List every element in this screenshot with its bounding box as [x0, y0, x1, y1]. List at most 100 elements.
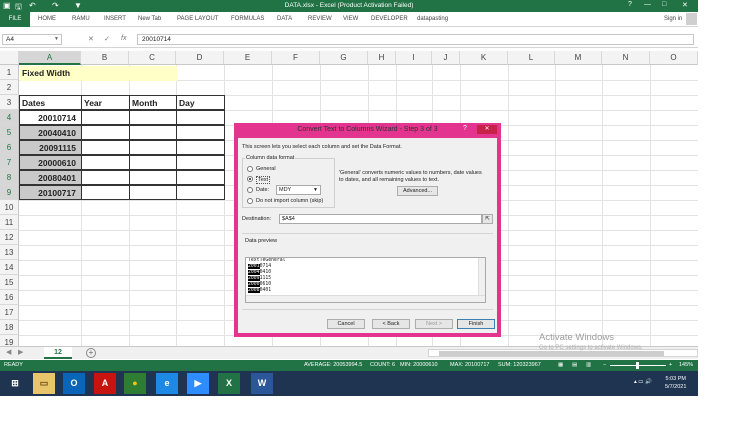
date-cell[interactable]: 20000610: [19, 155, 82, 170]
file-explorer-icon[interactable]: ▭: [33, 373, 55, 394]
row-header[interactable]: 8: [0, 170, 19, 185]
restore-button[interactable]: □: [662, 1, 666, 8]
zoom-icon[interactable]: ▶: [187, 373, 209, 394]
cell-a1-title[interactable]: Fixed Width: [20, 66, 177, 81]
tab-page-layout[interactable]: PAGE LAYOUT: [177, 16, 218, 22]
empty-cell[interactable]: [129, 155, 177, 170]
advanced-button[interactable]: Advanced...: [397, 186, 438, 196]
general-radio[interactable]: [247, 166, 253, 172]
row-header[interactable]: 6: [0, 140, 19, 155]
help-button[interactable]: ?: [628, 1, 632, 8]
row-header[interactable]: 17: [0, 305, 19, 320]
row-header[interactable]: 14: [0, 260, 19, 275]
row-header[interactable]: 4: [0, 110, 19, 125]
empty-cell[interactable]: [176, 170, 225, 185]
tab-data[interactable]: DATA: [277, 16, 292, 22]
taskbar-clock[interactable]: 5:03 PM 5/7/2021: [665, 375, 686, 391]
select-all-corner[interactable]: [0, 51, 19, 65]
empty-cell[interactable]: [81, 110, 130, 125]
page-break-view-icon[interactable]: ▥: [586, 362, 591, 368]
text-radio[interactable]: [247, 176, 253, 182]
scrollbar-thumb[interactable]: [439, 351, 664, 356]
date-format-select[interactable]: MDY ▼: [276, 185, 321, 195]
row-header[interactable]: 9: [0, 185, 19, 200]
row-header[interactable]: 13: [0, 245, 19, 260]
row-header[interactable]: 16: [0, 290, 19, 305]
tab-developer[interactable]: DEVELOPER: [371, 16, 408, 22]
date-option-label[interactable]: Date:: [256, 187, 269, 193]
row-header[interactable]: 2: [0, 80, 19, 95]
next-sheet-icon[interactable]: ▶: [18, 348, 23, 356]
row-header[interactable]: 12: [0, 230, 19, 245]
header-cell-dates[interactable]: Dates: [19, 95, 82, 110]
empty-cell[interactable]: [81, 125, 130, 140]
column-header[interactable]: I: [396, 51, 432, 65]
tab-file[interactable]: FILE: [0, 12, 30, 27]
general-option-label[interactable]: General: [256, 166, 276, 172]
tab-home[interactable]: HOME: [38, 16, 56, 22]
destination-input[interactable]: $A$4: [279, 214, 482, 224]
sheet-tab-active[interactable]: 12: [44, 347, 72, 359]
column-header[interactable]: C: [129, 51, 176, 65]
date-cell[interactable]: 20080401: [19, 170, 82, 185]
empty-cell[interactable]: [129, 170, 177, 185]
sign-in-link[interactable]: Sign in: [664, 16, 682, 22]
column-header[interactable]: J: [432, 51, 460, 65]
column-header[interactable]: K: [460, 51, 508, 65]
date-radio[interactable]: [247, 187, 253, 193]
date-cell[interactable]: 20040410: [19, 125, 82, 140]
column-header[interactable]: E: [224, 51, 272, 65]
acrobat-icon[interactable]: A: [94, 373, 116, 394]
zoom-in-button[interactable]: +: [669, 362, 672, 368]
preview-vertical-scrollbar[interactable]: [478, 258, 485, 296]
start-icon[interactable]: ⊞: [4, 373, 26, 394]
next-button[interactable]: Next >: [415, 319, 453, 329]
skip-option-label[interactable]: Do not import column (skip): [256, 198, 323, 204]
tab-view[interactable]: VIEW: [343, 16, 358, 22]
previous-sheet-icon[interactable]: ◀: [6, 348, 11, 356]
tab-ramu[interactable]: RAMU: [72, 16, 90, 22]
date-cell[interactable]: 20091115: [19, 140, 82, 155]
row-header[interactable]: 1: [0, 65, 19, 80]
insert-function-icon[interactable]: fx: [121, 35, 126, 42]
zoom-slider-thumb[interactable]: [636, 362, 639, 369]
chevron-down-icon[interactable]: ▼: [54, 36, 59, 42]
header-cell-year[interactable]: Year: [81, 95, 130, 110]
empty-cell[interactable]: [176, 125, 225, 140]
finish-button[interactable]: Finish: [457, 319, 495, 329]
empty-cell[interactable]: [176, 140, 225, 155]
cancel-formula-icon[interactable]: ✕: [88, 35, 94, 43]
tab-insert[interactable]: INSERT: [104, 16, 126, 22]
dialog-help-button[interactable]: ?: [463, 125, 467, 132]
avatar[interactable]: [686, 13, 697, 25]
row-header[interactable]: 7: [0, 155, 19, 170]
column-header[interactable]: B: [81, 51, 129, 65]
empty-cell[interactable]: [81, 140, 130, 155]
tab-review[interactable]: REVIEW: [308, 16, 332, 22]
excel-icon[interactable]: X: [218, 373, 240, 394]
chrome-icon[interactable]: ●: [124, 373, 146, 394]
cancel-button[interactable]: Cancel: [327, 319, 365, 329]
column-header[interactable]: F: [272, 51, 320, 65]
date-cell[interactable]: 20010714: [19, 110, 82, 125]
empty-cell[interactable]: [176, 155, 225, 170]
empty-cell[interactable]: [81, 185, 130, 200]
empty-cell[interactable]: [129, 110, 177, 125]
skip-radio[interactable]: [247, 198, 253, 204]
system-tray-icons[interactable]: ▴ ▭ 🔊: [634, 379, 652, 385]
outlook-icon[interactable]: O: [63, 373, 85, 394]
dialog-close-button[interactable]: ✕: [477, 125, 497, 134]
empty-cell[interactable]: [176, 185, 225, 200]
zoom-level[interactable]: 145%: [679, 362, 693, 368]
word-icon[interactable]: W: [251, 373, 273, 394]
tab-datapasting[interactable]: datapasting: [417, 16, 448, 22]
column-header[interactable]: N: [602, 51, 650, 65]
row-header[interactable]: 15: [0, 275, 19, 290]
empty-cell[interactable]: [81, 155, 130, 170]
name-box[interactable]: A4 ▼: [2, 34, 62, 45]
column-header[interactable]: O: [650, 51, 698, 65]
empty-cell[interactable]: [129, 140, 177, 155]
formula-input[interactable]: 20010714: [137, 34, 694, 45]
back-button[interactable]: < Back: [372, 319, 410, 329]
internet-explorer-icon[interactable]: e: [156, 373, 178, 394]
